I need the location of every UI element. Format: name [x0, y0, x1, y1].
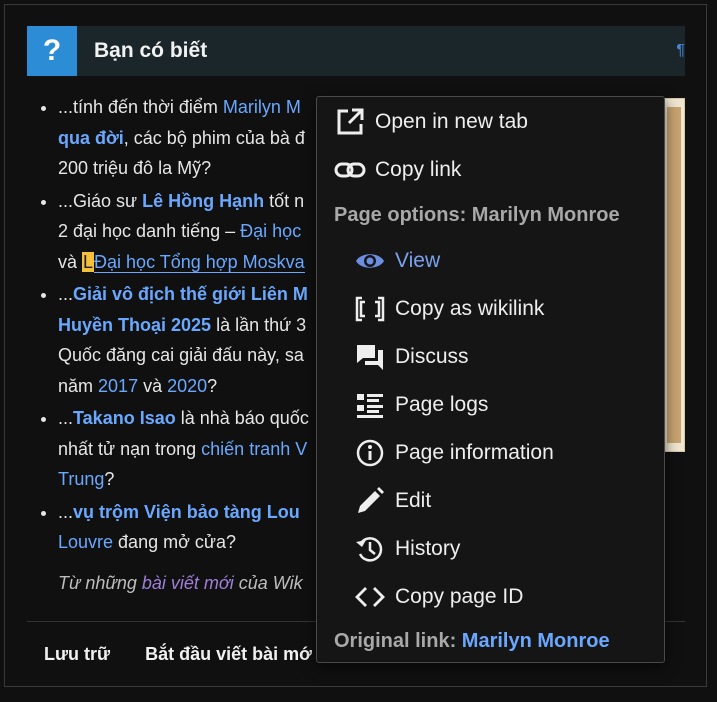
history-icon — [354, 533, 386, 565]
pilcrow-icon[interactable]: ¶ — [676, 42, 685, 60]
link-le-hong-hanh[interactable]: Lê Hồng Hạnh — [142, 191, 264, 211]
menu-view[interactable]: View — [317, 239, 664, 283]
link-takano-isao[interactable]: Takano Isao — [73, 408, 176, 428]
link-bai-viet-moi[interactable]: bài viết mới — [142, 573, 234, 593]
footer-links: Lưu trữ Bắt đầu viết bài mớ — [44, 644, 342, 665]
link-dai-hoc-moskva[interactable]: Đại học Tổng hợp Moskva — [94, 251, 305, 273]
eye-icon — [354, 245, 386, 277]
link-dai-hoc[interactable]: Đại học — [240, 221, 301, 241]
list-icon — [354, 389, 386, 421]
link-chien-tranh[interactable]: chiến tranh V — [201, 439, 307, 459]
link-giai-vo-dich[interactable]: Giải vô địch thế giới Liên M — [73, 284, 308, 304]
link-original-marilyn[interactable]: Marilyn Monroe — [462, 630, 610, 652]
link-start-article[interactable]: Bắt đầu viết bài mớ — [145, 644, 312, 664]
menu-copy-link[interactable]: Copy link — [317, 148, 664, 192]
info-icon — [354, 437, 386, 469]
menu-history[interactable]: History — [317, 527, 664, 571]
link-2017[interactable]: 2017 — [98, 376, 138, 396]
context-menu: Open in new tab Copy link Page options: … — [316, 96, 665, 663]
link-marker[interactable]: L — [82, 251, 95, 272]
external-link-icon — [334, 106, 366, 138]
chat-bubbles-icon — [354, 341, 386, 373]
menu-copy-wikilink[interactable]: Copy as wikilink — [317, 287, 664, 331]
dyk-header: ? Bạn có biết ¶ — [27, 26, 685, 76]
link-trung[interactable]: Trung — [58, 469, 104, 489]
link-2020[interactable]: 2020 — [167, 376, 207, 396]
menu-page-information[interactable]: Page information — [317, 431, 664, 475]
menu-copy-page-id[interactable]: Copy page ID — [317, 575, 664, 619]
wikilink-icon — [354, 293, 386, 325]
code-brackets-icon — [354, 581, 386, 613]
original-link: Original link: Marilyn Monroe — [334, 630, 610, 652]
link-vu-trom[interactable]: vụ trộm Viện bảo tàng Lou — [73, 502, 300, 522]
page-options-heading: Page options: Marilyn Monroe — [334, 204, 620, 226]
section-title: Bạn có biết — [94, 39, 208, 62]
menu-edit[interactable]: Edit — [317, 479, 664, 523]
pencil-icon — [354, 485, 386, 517]
menu-page-logs[interactable]: Page logs — [317, 383, 664, 427]
link-qua-doi[interactable]: qua đời — [58, 128, 124, 148]
question-icon: ? — [27, 26, 77, 76]
menu-open-new-tab[interactable]: Open in new tab — [317, 100, 664, 144]
link-archive[interactable]: Lưu trữ — [44, 644, 110, 664]
menu-discuss[interactable]: Discuss — [317, 335, 664, 379]
link-huyen-thoai[interactable]: Huyền Thoại 2025 — [58, 315, 211, 335]
new-articles-note: Từ những bài viết mới của Wik — [58, 573, 303, 593]
link-icon — [334, 154, 366, 186]
link-marilyn[interactable]: Marilyn M — [223, 97, 301, 117]
link-louvre[interactable]: Louvre — [58, 532, 113, 552]
